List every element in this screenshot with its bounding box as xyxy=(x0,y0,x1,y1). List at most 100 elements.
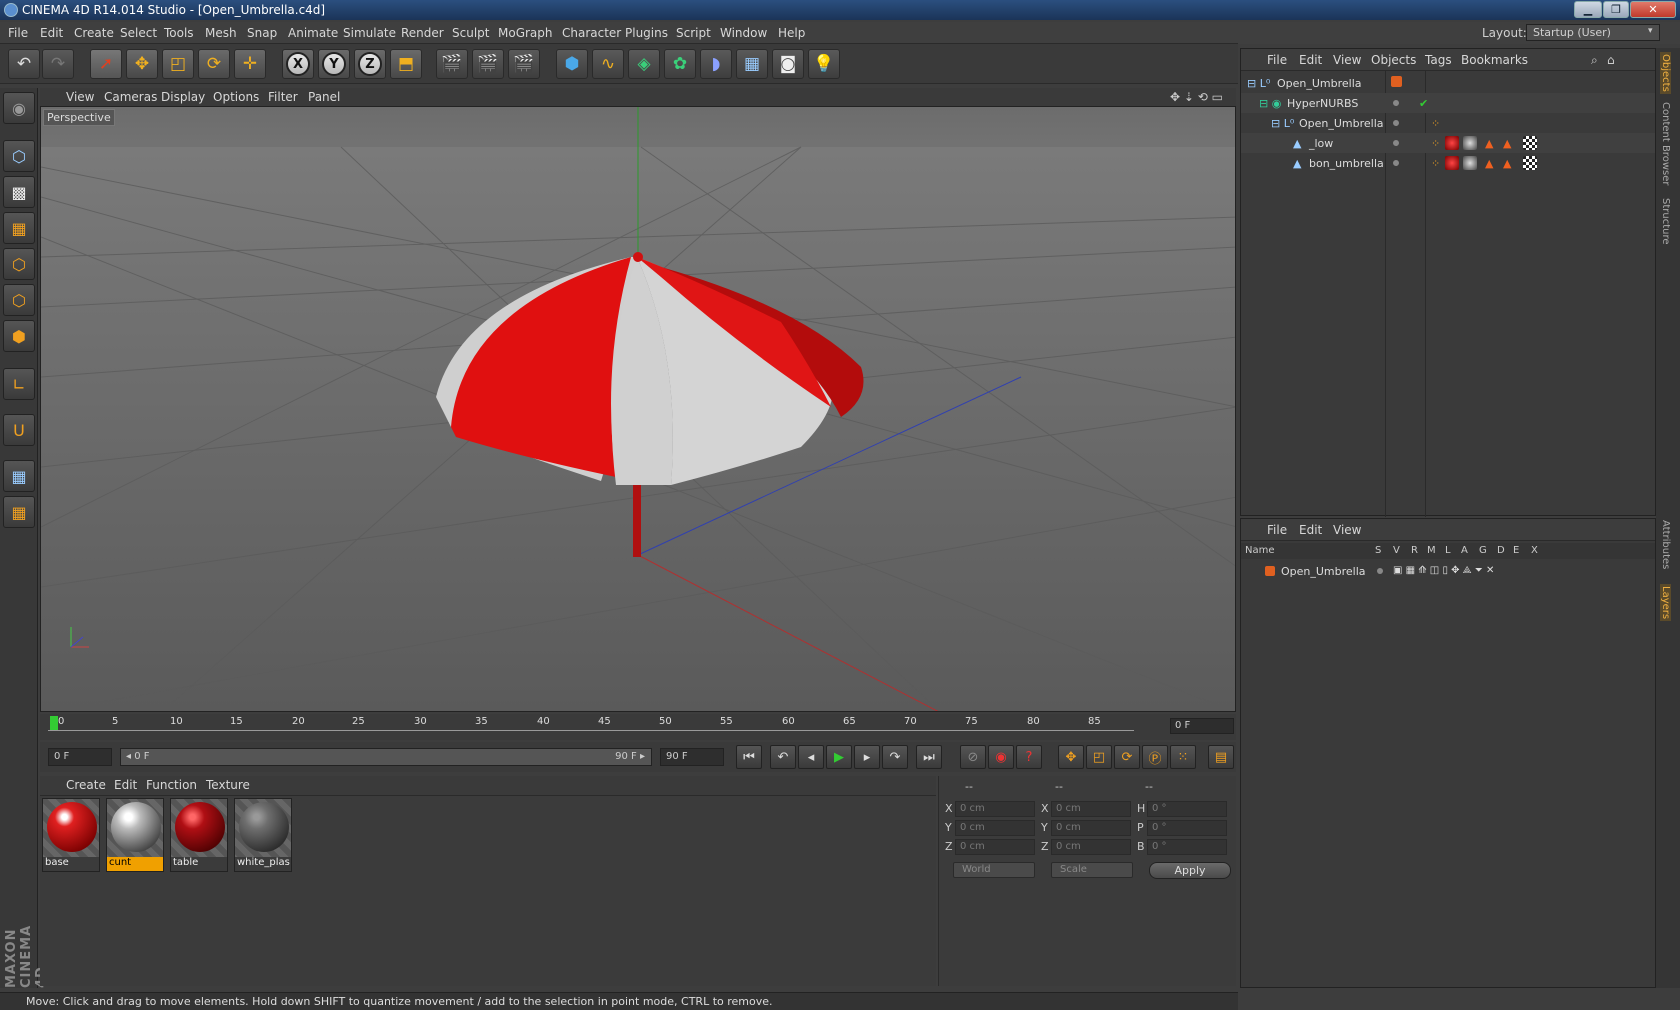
layer-col-l[interactable]: L xyxy=(1445,545,1451,556)
live-selection-button[interactable]: ➚ xyxy=(90,49,122,79)
redo-button[interactable]: ↷ xyxy=(42,49,74,79)
menu-create[interactable]: Create xyxy=(74,26,114,40)
record-keys-button[interactable]: ⊘ xyxy=(960,745,986,769)
menu-mograph[interactable]: MoGraph xyxy=(498,26,553,40)
menu-mesh[interactable]: Mesh xyxy=(205,26,237,40)
visibility-dot[interactable] xyxy=(1393,160,1399,166)
render-view-button[interactable]: 🎬 xyxy=(436,49,468,79)
polygons-mode-button[interactable]: ⬢ xyxy=(3,320,35,352)
model-mode-button[interactable]: ⬡ xyxy=(3,140,35,172)
texture-tag[interactable] xyxy=(1523,136,1537,150)
visibility-dot[interactable] xyxy=(1393,120,1399,126)
object-row[interactable]: ▲ bon_umbrella ⁘ ▲ ▲ xyxy=(1241,153,1655,173)
scale-tool-button[interactable]: ◰ xyxy=(162,49,194,79)
axis-mode-button[interactable]: ∟ xyxy=(3,368,35,400)
rotation-b-field[interactable]: 0 ° xyxy=(1147,839,1227,855)
object-row[interactable]: ⊟ L⁰ Open_Umbrella ⁘ xyxy=(1241,113,1655,133)
planar-workplane-button[interactable]: ▦ xyxy=(3,496,35,528)
material-tag[interactable] xyxy=(1463,156,1477,170)
size-x-field[interactable]: 0 cm xyxy=(1051,801,1131,817)
menu-select[interactable]: Select xyxy=(120,26,157,40)
menu-tools[interactable]: Tools xyxy=(164,26,194,40)
goto-start-button[interactable]: ⏮ xyxy=(736,745,762,769)
points-mode-button[interactable]: ⬡ xyxy=(3,248,35,280)
position-y-field[interactable]: 0 cm xyxy=(955,820,1035,836)
menu-file[interactable]: File xyxy=(8,26,28,40)
home-icon[interactable]: ⌂ xyxy=(1607,53,1615,67)
material-swatch[interactable]: cunt xyxy=(106,798,164,872)
tab-layers[interactable]: Layers xyxy=(1660,584,1671,622)
add-spline-button[interactable]: ∿ xyxy=(592,49,624,79)
close-button[interactable]: ✕ xyxy=(1630,1,1676,18)
add-nurbs-button[interactable]: ◈ xyxy=(628,49,660,79)
timeline-ruler[interactable]: 0 5 10 15 20 25 30 35 40 45 50 55 60 65 … xyxy=(40,714,1236,740)
material-swatch[interactable]: base xyxy=(42,798,100,872)
autokey-button[interactable]: ◉ xyxy=(988,745,1014,769)
material-menu-edit[interactable]: Edit xyxy=(114,778,137,792)
next-frame-button[interactable]: ▸ xyxy=(854,745,880,769)
layer-col-r[interactable]: R xyxy=(1411,545,1418,556)
object-row[interactable]: ▲ _low ⁘ ▲ ▲ xyxy=(1241,133,1655,153)
menu-sculpt[interactable]: Sculpt xyxy=(452,26,489,40)
material-swatch[interactable]: table xyxy=(170,798,228,872)
menu-window[interactable]: Window xyxy=(720,26,767,40)
key-scale-button[interactable]: ◰ xyxy=(1086,745,1112,769)
snap-button[interactable]: U xyxy=(3,414,35,446)
viewport-menu-cameras[interactable]: Cameras xyxy=(104,90,157,104)
tab-attributes[interactable]: Attributes xyxy=(1660,520,1671,569)
layers-menu-edit[interactable]: Edit xyxy=(1299,523,1322,537)
key-parameter-button[interactable]: Ⓟ xyxy=(1142,745,1168,769)
add-array-button[interactable]: ✿ xyxy=(664,49,696,79)
next-key-button[interactable]: ↷ xyxy=(882,745,908,769)
goto-end-button[interactable]: ⏭ xyxy=(916,745,942,769)
material-menu-create[interactable]: Create xyxy=(66,778,106,792)
tab-content-browser[interactable]: Content Browser xyxy=(1660,102,1671,185)
layer-color-swatch[interactable] xyxy=(1391,76,1402,87)
locked-workplane-button[interactable]: ▦ xyxy=(3,460,35,492)
phong-tag-icon[interactable]: ▲ xyxy=(1503,157,1511,170)
layer-col-x[interactable]: X xyxy=(1531,545,1538,556)
size-z-field[interactable]: 0 cm xyxy=(1051,839,1131,855)
workplane-mode-button[interactable]: ▦ xyxy=(3,212,35,244)
material-menu-function[interactable]: Function xyxy=(146,778,197,792)
object-row[interactable]: ⊟ ◉ HyperNURBS ✔ xyxy=(1241,93,1655,113)
layer-solo-dot[interactable] xyxy=(1377,568,1383,574)
viewport-menu-display[interactable]: Display xyxy=(161,90,205,104)
material-tag[interactable] xyxy=(1445,136,1459,150)
keyframe-selection-button[interactable]: ? xyxy=(1016,745,1042,769)
recent-tool-button[interactable]: ✛ xyxy=(234,49,266,79)
menu-help[interactable]: Help xyxy=(778,26,805,40)
size-mode-dropdown[interactable]: Scale xyxy=(1051,862,1133,878)
rotate-tool-button[interactable]: ⟳ xyxy=(198,49,230,79)
menu-script[interactable]: Script xyxy=(676,26,711,40)
menu-simulate[interactable]: Simulate xyxy=(343,26,396,40)
layer-col-v[interactable]: V xyxy=(1393,545,1400,556)
tab-structure[interactable]: Structure xyxy=(1660,198,1671,245)
add-cube-button[interactable]: ⬢ xyxy=(556,49,588,79)
texture-tag[interactable] xyxy=(1523,156,1537,170)
material-menu-texture[interactable]: Texture xyxy=(206,778,250,792)
layer-col-d[interactable]: D xyxy=(1497,545,1505,556)
layer-col-name[interactable]: Name xyxy=(1245,545,1275,556)
perspective-viewport[interactable]: Perspective xyxy=(40,106,1236,712)
size-y-field[interactable]: 0 cm xyxy=(1051,820,1131,836)
minimize-button[interactable]: ▁ xyxy=(1574,1,1602,18)
object-row[interactable]: ⊟ L⁰ Open_Umbrella xyxy=(1241,73,1655,93)
layer-col-m[interactable]: M xyxy=(1427,545,1436,556)
menu-snap[interactable]: Snap xyxy=(247,26,277,40)
objects-menu-tags[interactable]: Tags xyxy=(1425,53,1452,67)
key-position-button[interactable]: ✥ xyxy=(1058,745,1084,769)
visibility-dot[interactable] xyxy=(1393,140,1399,146)
viewport-menu-options[interactable]: Options xyxy=(213,90,259,104)
prev-frame-button[interactable]: ◂ xyxy=(798,745,824,769)
frame-range-slider[interactable]: ◂ 0 F 90 F ▸ xyxy=(120,748,652,766)
edges-mode-button[interactable]: ⬡ xyxy=(3,284,35,316)
add-floor-button[interactable]: ▦ xyxy=(736,49,768,79)
visibility-dot[interactable] xyxy=(1393,100,1399,106)
layers-menu-file[interactable]: File xyxy=(1267,523,1287,537)
enabled-check-icon[interactable]: ✔ xyxy=(1419,97,1428,110)
material-tag[interactable] xyxy=(1445,156,1459,170)
play-button[interactable]: ▶ xyxy=(826,745,852,769)
tab-objects[interactable]: Objects xyxy=(1660,52,1671,94)
prev-key-button[interactable]: ↶ xyxy=(770,745,796,769)
